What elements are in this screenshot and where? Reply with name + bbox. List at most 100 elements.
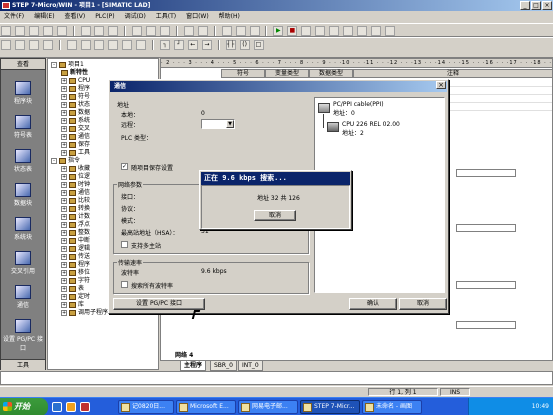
tab-main[interactable]: 主程序 (180, 361, 207, 371)
nav-symbol-table[interactable]: 符号表 (1, 115, 45, 139)
expand-icon[interactable]: + (61, 93, 67, 100)
tree-item[interactable]: + 转换 (61, 205, 90, 213)
tree-item[interactable]: + 逻辑 (61, 245, 90, 253)
upload-icon[interactable] (183, 26, 194, 36)
expand-icon[interactable]: + (61, 221, 67, 228)
menu-plc[interactable]: PLC(P) (91, 11, 118, 22)
expand-icon[interactable]: + (61, 85, 67, 92)
fbd-view-icon[interactable] (28, 40, 39, 50)
expand-icon[interactable]: + (61, 197, 67, 204)
expand-icon[interactable]: + (61, 141, 67, 148)
expand-icon[interactable]: + (61, 117, 67, 124)
box-icon[interactable]: □ (253, 40, 264, 50)
expand-icon[interactable]: + (61, 133, 67, 140)
nav-footer[interactable]: 工具 (1, 359, 45, 370)
tree-item[interactable]: + 中断 (61, 237, 90, 245)
menu-edit[interactable]: 编辑(E) (30, 11, 58, 22)
expand-icon[interactable]: + (61, 293, 67, 300)
remote-address-combo[interactable]: ▼ (201, 119, 235, 129)
multi-master-checkbox[interactable] (121, 241, 128, 248)
task-item[interactable]: Microsoft E... (176, 400, 236, 414)
line-down-icon[interactable]: ┐ (160, 40, 171, 50)
expand-icon[interactable]: + (61, 245, 67, 252)
maximize-button[interactable]: □ (531, 1, 541, 10)
expand-icon[interactable]: + (61, 101, 67, 108)
expand-icon[interactable]: + (61, 165, 67, 172)
tab-sbr0[interactable]: SBR_0 (210, 361, 237, 371)
prev-bookmark-icon[interactable] (136, 40, 147, 50)
start-button[interactable]: 开始 (0, 398, 48, 415)
tree-item[interactable]: + 数据 (61, 109, 90, 117)
tree-item[interactable]: + 保存 (61, 141, 90, 149)
tree-item[interactable]: + 字符 (61, 277, 90, 285)
tree-item[interactable]: + 工具 (61, 149, 90, 157)
nav-communications[interactable]: 通信 (1, 285, 45, 309)
expand-icon[interactable]: + (61, 301, 67, 308)
ok-button[interactable]: 确认 (349, 298, 397, 310)
bookmark-icon[interactable] (108, 40, 119, 50)
search-all-baud-checkbox[interactable] (121, 281, 128, 288)
expand-icon[interactable]: + (61, 205, 67, 212)
menu-tools[interactable]: 工具(T) (152, 11, 180, 22)
tree-item[interactable]: + CPU (61, 77, 90, 85)
minimize-button[interactable]: _ (520, 1, 530, 10)
expand-icon[interactable]: + (61, 237, 67, 244)
expand-icon[interactable]: + (61, 109, 67, 116)
run-icon[interactable]: ▶ (273, 26, 284, 36)
program-view-icon[interactable] (42, 40, 53, 50)
tree-item[interactable]: + 移位 (61, 269, 90, 277)
nav-program-block[interactable]: 程序块 (1, 81, 45, 105)
menu-help[interactable]: 帮助(H) (215, 11, 244, 22)
save-settings-checkbox[interactable]: ✓ (121, 163, 128, 170)
ladder-box[interactable] (456, 169, 516, 177)
stop-icon[interactable]: ■ (287, 26, 298, 36)
ladder-box[interactable] (456, 321, 516, 329)
show-desktop-icon[interactable] (66, 402, 76, 412)
ladder-box[interactable] (456, 224, 516, 232)
compile-all-icon[interactable] (160, 26, 171, 36)
new-icon[interactable] (1, 26, 11, 36)
tree-item[interactable]: 新特性 (61, 69, 88, 77)
cpu-title[interactable]: CPU 226 REL 02.00 (342, 121, 400, 128)
dialog-close-button[interactable]: × (436, 81, 446, 89)
delete-network-icon[interactable] (80, 40, 91, 50)
search-cancel-button[interactable]: 取消 (254, 210, 296, 221)
print-icon[interactable] (42, 26, 53, 36)
pause-icon[interactable] (329, 26, 340, 36)
tree-item[interactable]: + 程序 (61, 261, 90, 269)
close-button[interactable]: × (542, 1, 552, 10)
line-left-icon[interactable]: ← (187, 40, 198, 50)
menu-debug[interactable]: 调试(D) (121, 11, 150, 22)
task-item[interactable]: 未命名 - 画图 (362, 400, 422, 414)
download-icon[interactable] (197, 26, 208, 36)
stl-view-icon[interactable] (14, 40, 25, 50)
nav-cross-reference[interactable]: 交叉引用 (1, 251, 45, 275)
tree-item[interactable]: + 调用子程序 (61, 309, 108, 317)
expand-icon[interactable]: + (61, 285, 67, 292)
setup-pgpc-button[interactable]: 设置 PG/PC 接口 (113, 298, 205, 310)
tree-item[interactable]: + 系统 (61, 117, 90, 125)
tree-item[interactable]: - 项目1 (51, 61, 84, 69)
ladder-box[interactable] (456, 281, 516, 289)
expand-icon[interactable]: + (61, 189, 67, 196)
nav-system-block[interactable]: 系统块 (1, 217, 45, 241)
toggle-poe-icon[interactable] (94, 40, 105, 50)
expand-icon[interactable]: + (61, 173, 67, 180)
cut-icon[interactable] (80, 26, 91, 36)
task-item[interactable]: 记0820日... (118, 400, 174, 414)
task-item[interactable]: 网易电子邮... (238, 400, 298, 414)
nav-set-pgpc-interface[interactable]: 设置 PG/PC 接口 (1, 319, 45, 352)
nav-data-block[interactable]: 数据块 (1, 183, 45, 207)
trend-icon[interactable] (315, 26, 326, 36)
save-icon[interactable] (28, 26, 39, 36)
tree-item[interactable]: + 收藏 (61, 165, 90, 173)
clock[interactable]: 10:49 (532, 403, 549, 410)
single-read-icon[interactable] (342, 26, 353, 36)
menu-window[interactable]: 窗口(W) (182, 11, 213, 22)
status-icon[interactable] (301, 26, 312, 36)
expand-icon[interactable]: + (61, 149, 67, 156)
expand-icon[interactable]: + (61, 277, 67, 284)
undo-icon[interactable] (132, 26, 143, 36)
print-preview-icon[interactable] (56, 26, 67, 36)
tree-item[interactable]: + 通信 (61, 189, 90, 197)
